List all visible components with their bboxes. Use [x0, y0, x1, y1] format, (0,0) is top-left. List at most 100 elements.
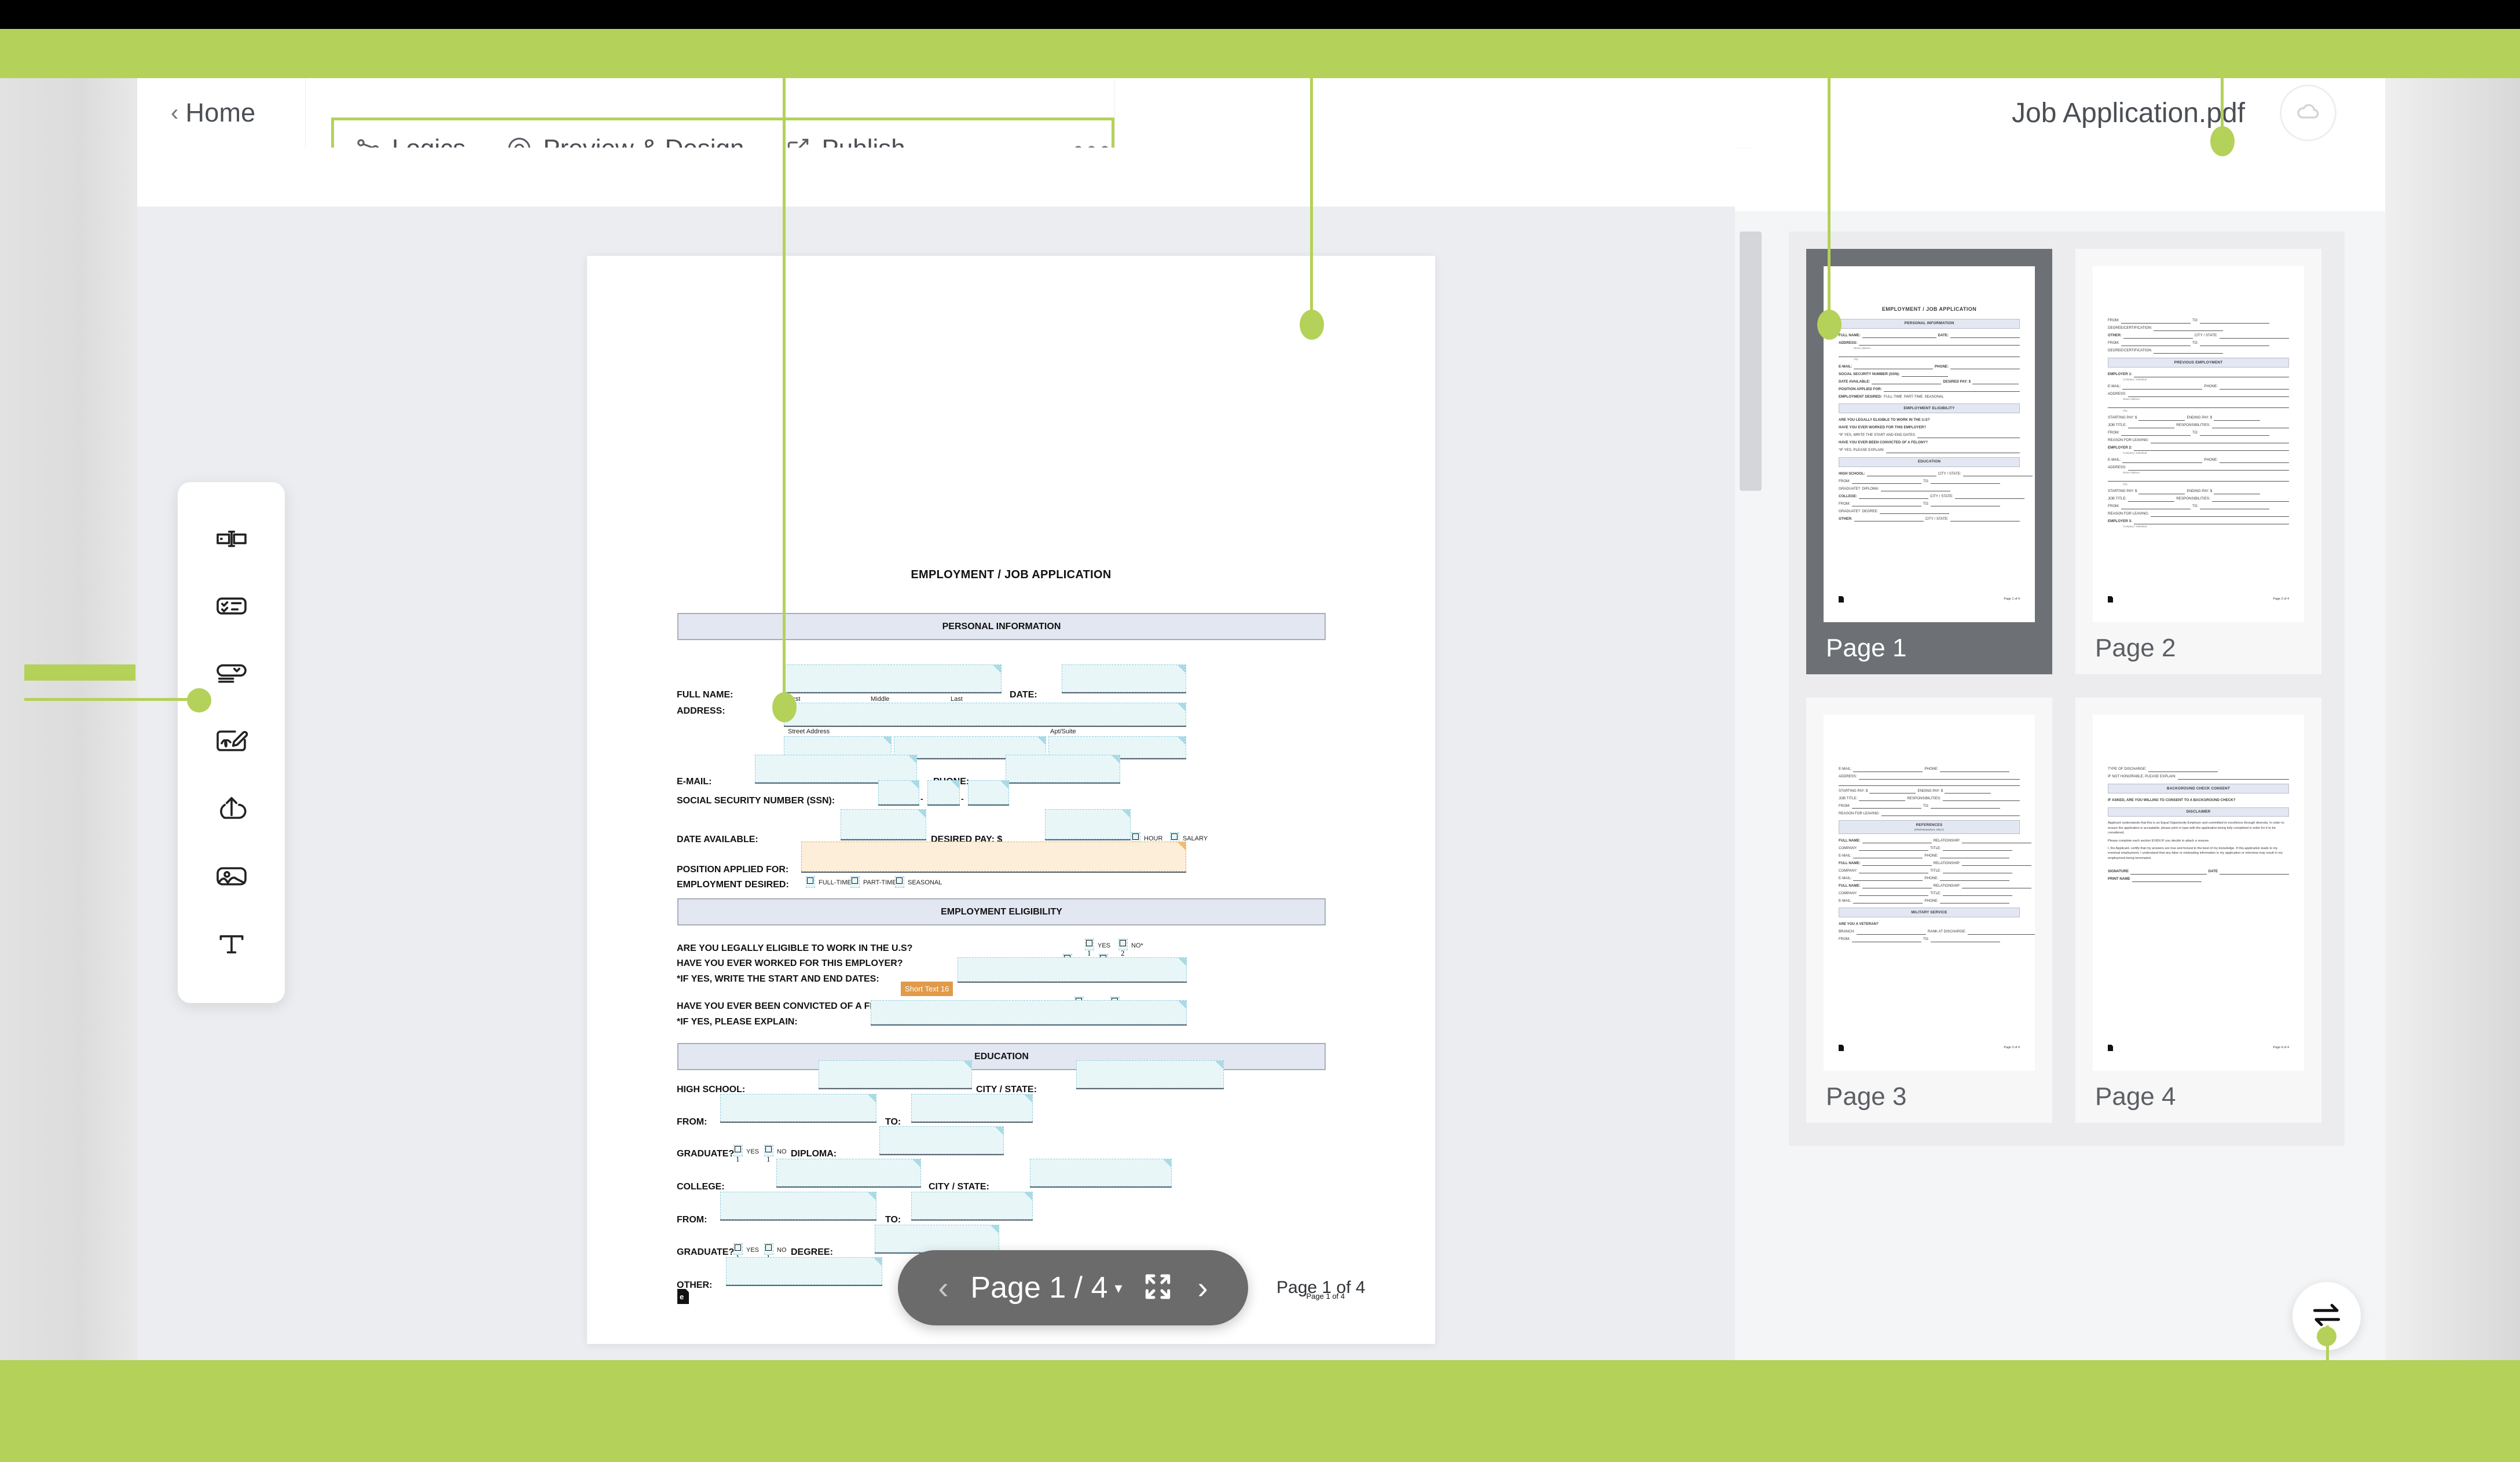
thumbnail-page-1[interactable]: EMPLOYMENT / JOB APPLICATION PERSONAL IN…: [1806, 249, 2052, 674]
field-full-name[interactable]: [784, 664, 1002, 692]
pdf-page-canvas[interactable]: EMPLOYMENT / JOB APPLICATION PERSONAL IN…: [587, 256, 1435, 1344]
text-tool[interactable]: [199, 919, 264, 972]
mini-label: ARE YOU A VETERAN?: [1839, 922, 1879, 927]
checkbox-tool[interactable]: [199, 581, 264, 634]
rule-diploma: [879, 1154, 1004, 1155]
mini-band-title: REFERENCES: [1916, 822, 1943, 827]
field-other[interactable]: [726, 1257, 882, 1285]
text-icon: [213, 925, 250, 965]
signature-tool[interactable]: [199, 716, 264, 769]
field-college-from[interactable]: [720, 1192, 876, 1219]
mini-band: MILITARY SERVICE: [1839, 908, 2020, 918]
mini-page-3: E-MAIL: PHONE: ADDRESS: STARTING PAY: $ EN…: [1824, 715, 2035, 1071]
field-diploma[interactable]: [879, 1126, 1004, 1154]
field-degree[interactable]: [875, 1225, 999, 1252]
short-text-field-tool[interactable]: [199, 513, 264, 567]
section-education: EDUCATION: [677, 1043, 1326, 1070]
marker-1: 1: [766, 1155, 771, 1163]
rule-address: [784, 726, 1186, 727]
mini-label: JOB TITLE:: [2108, 423, 2127, 427]
mini-band: DISCLAIMER: [2108, 807, 2289, 817]
label-email: E-MAIL:: [677, 777, 712, 787]
checkbox-grad-col-yes[interactable]: [735, 1244, 741, 1251]
panel-scrollbar-thumb[interactable]: [1740, 232, 1762, 491]
ssn-dash-1: -: [920, 794, 923, 803]
field-high-school-from[interactable]: [720, 1094, 876, 1122]
field-high-school-city-state[interactable]: [1076, 1060, 1224, 1088]
field-start-end-dates[interactable]: [958, 957, 1187, 982]
mini-label: ENDING PAY: $: [2187, 489, 2213, 494]
annotation-line-toolbar: [24, 698, 198, 701]
field-email[interactable]: [755, 755, 917, 783]
mini-label: ADDRESS:: [2108, 392, 2126, 396]
mini-label: TITLE:: [1930, 891, 1941, 895]
mini-label: CITY / STATE:: [1930, 494, 1953, 498]
mini-label: GRADUATE?: [1839, 486, 1861, 491]
field-date-available[interactable]: [841, 809, 926, 839]
field-position-applied-selected[interactable]: [801, 842, 1186, 872]
field-high-school[interactable]: [819, 1060, 972, 1088]
rule-phone: [1006, 783, 1120, 784]
rule-high-school-city-state: [1076, 1088, 1224, 1089]
field-date[interactable]: [1062, 664, 1186, 692]
checkbox-grad-hs-yes[interactable]: [735, 1146, 741, 1152]
top-black-strip: [0, 0, 2058, 32]
field-college-city-state[interactable]: [1030, 1159, 1172, 1187]
field-felony-explain[interactable]: [871, 1000, 1187, 1024]
checkbox-grad-hs-no[interactable]: [765, 1146, 772, 1152]
field-high-school-to[interactable]: [911, 1094, 1033, 1122]
fit-to-screen-button[interactable]: [1140, 1270, 1176, 1306]
checkbox-eligible-yes[interactable]: [1086, 940, 1092, 946]
mini-label: FULL NAME:: [1839, 838, 1861, 843]
mini-label: TO:: [2192, 318, 2199, 323]
mini-label: *IF YES, PLEASE EXPLAIN:: [1839, 448, 1884, 453]
field-phone[interactable]: [1006, 755, 1120, 783]
checkbox-hour[interactable]: [1132, 833, 1139, 840]
mini-label: FULL NAME:: [1839, 883, 1861, 888]
label-salary: SALARY: [1183, 835, 1208, 842]
cloud-save-button[interactable]: [2280, 85, 2336, 141]
thumbnail-page-4[interactable]: TYPE OF DISCHARGE: IF NOT HONORABLE, PLE…: [2075, 697, 2321, 1123]
thumbnail-page-2[interactable]: FROM: TO: DEGREE/CERTIFICATION: OTHER: CIT…: [2075, 249, 2321, 674]
mini-footer: Page 3 of 4: [2004, 1046, 2020, 1050]
page-selector[interactable]: Page 1 / 4 ▾: [970, 1270, 1122, 1305]
checkbox-part-time[interactable]: [852, 877, 858, 884]
mini-label: ENDING PAY: $: [1917, 788, 1943, 793]
upload-icon: [213, 790, 250, 830]
field-tag-short-text-16[interactable]: Short Text 16: [901, 982, 953, 996]
checkbox-full-time[interactable]: [807, 877, 813, 884]
mini-label: DATE: [2208, 869, 2218, 874]
checkbox-seasonal[interactable]: [896, 877, 903, 884]
next-page-button[interactable]: ›: [1193, 1272, 1213, 1303]
upload-tool[interactable]: [199, 784, 264, 837]
label-q-start-end: *IF YES, WRITE THE START AND END DATES:: [677, 974, 879, 984]
field-ssn-2[interactable]: [927, 780, 960, 805]
mini-sub: Company / Individual: [2123, 451, 2147, 454]
field-street-address[interactable]: [784, 703, 1186, 726]
thumbnail-page-3[interactable]: E-MAIL: PHONE: ADDRESS: STARTING PAY: $ EN…: [1806, 697, 2052, 1123]
label-college: COLLEGE:: [677, 1182, 725, 1192]
field-ssn-1[interactable]: [878, 780, 919, 805]
label-q-eligible: ARE YOU LEGALLY ELIGIBLE TO WORK IN THE …: [677, 943, 913, 953]
mini-page-1: EMPLOYMENT / JOB APPLICATION PERSONAL IN…: [1824, 266, 2035, 622]
prev-page-button[interactable]: ‹: [933, 1272, 953, 1303]
mini-label: IF NOT HONORABLE, PLEASE EXPLAIN:: [2108, 774, 2176, 779]
right-page-gutter: [2385, 78, 2520, 1360]
field-college[interactable]: [776, 1159, 921, 1187]
field-desired-pay[interactable]: [1045, 809, 1131, 839]
field-college-to[interactable]: [911, 1192, 1033, 1219]
mini-label: HAVE YOU EVER BEEN CONVICTED OF A FELONY…: [1839, 440, 1928, 445]
home-button[interactable]: ‹ Home: [171, 98, 255, 128]
mini-band: EMPLOYMENT ELIGIBILITY: [1839, 403, 2020, 414]
checkbox-salary[interactable]: [1171, 833, 1178, 840]
mini-sub: Street Address: [2123, 398, 2140, 401]
image-tool[interactable]: [199, 851, 264, 904]
mini-label: EMPLOYER 3:: [2108, 519, 2132, 524]
field-ssn-3[interactable]: [968, 780, 1009, 805]
checkbox-grad-col-no[interactable]: [765, 1244, 772, 1251]
checkbox-eligible-no[interactable]: [1120, 940, 1126, 946]
mini-label: REASON FOR LEAVING:: [2108, 512, 2149, 516]
page-selector-label: Page 1 / 4: [970, 1271, 1108, 1305]
mini-label: FROM:: [2108, 341, 2119, 346]
annotation-dot-tools: [772, 692, 797, 722]
